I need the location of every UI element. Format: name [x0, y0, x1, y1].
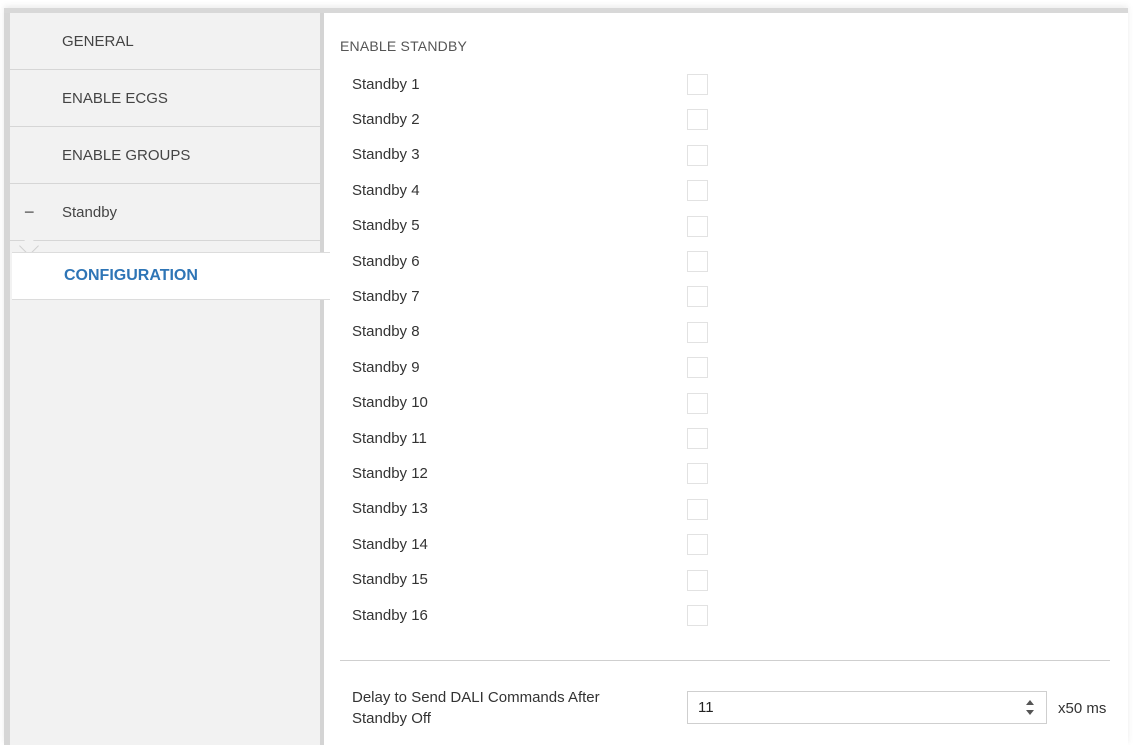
standby-row: Standby 5 [352, 211, 732, 241]
divider [340, 660, 1110, 661]
standby-checkbox[interactable] [687, 286, 708, 308]
standby-label: Standby 8 [352, 323, 420, 341]
standby-checkbox[interactable] [687, 180, 708, 202]
standby-label: Standby 11 [352, 429, 427, 447]
standby-checkbox[interactable] [687, 534, 708, 556]
standby-label: Standby 4 [352, 181, 420, 199]
sidebar-item-label: CONFIGURATION [64, 267, 198, 284]
standby-label: Standby 13 [352, 500, 428, 518]
standby-label: Standby 16 [352, 606, 428, 624]
standby-checkbox[interactable] [687, 498, 708, 520]
sidebar-item-label: GENERAL [62, 32, 134, 50]
standby-row: Standby 9 [352, 352, 732, 382]
standby-row: Standby 4 [352, 175, 732, 205]
sidebar-item-label: ENABLE GROUPS [62, 146, 191, 164]
main-panel: ENABLE STANDBY Standby 1 Standby 2 Standby… [328, 13, 1128, 745]
standby-row: Standby 16 [352, 600, 732, 630]
standby-checkbox[interactable] [687, 569, 708, 591]
standby-row: Standby 13 [352, 494, 732, 524]
standby-checkbox[interactable] [687, 251, 708, 272]
standby-checkbox[interactable] [687, 463, 708, 485]
sidebar-item-standby[interactable]: − Standby [10, 184, 320, 241]
standby-row: Standby 11 [352, 423, 732, 453]
delay-unit: x50 ms [1058, 700, 1107, 717]
parameters-window: GENERAL ENABLE ECGS ENABLE GROUPS − Stan… [4, 8, 1128, 745]
sidebar-item-general[interactable]: GENERAL [10, 13, 320, 70]
standby-label: Standby 9 [352, 358, 420, 376]
standby-label: Standby 15 [352, 571, 428, 589]
delay-spinbox[interactable] [687, 691, 1047, 724]
standby-checkbox[interactable] [687, 605, 708, 626]
standby-row: Standby 10 [352, 388, 732, 418]
standby-checkbox[interactable] [687, 357, 708, 379]
standby-row: Standby 12 [352, 458, 732, 488]
standby-label: Standby 7 [352, 287, 420, 305]
standby-label: Standby 6 [352, 252, 420, 270]
standby-label: Standby 14 [352, 535, 428, 553]
spin-down-icon[interactable] [1026, 710, 1034, 715]
standby-checkbox[interactable] [687, 144, 708, 166]
standby-row: Standby 15 [352, 565, 732, 595]
standby-row: Standby 14 [352, 529, 732, 559]
sidebar-item-label: ENABLE ECGS [62, 89, 168, 107]
sidebar-item-configuration[interactable]: CONFIGURATION [12, 252, 330, 300]
section-title: ENABLE STANDBY [340, 38, 468, 54]
delay-label: Delay to Send DALI Commands After Standb… [352, 689, 600, 727]
standby-checkbox[interactable] [687, 321, 708, 343]
spin-arrows [1026, 698, 1036, 718]
standby-row: Standby 2 [352, 104, 732, 134]
standby-row: Standby 8 [352, 317, 732, 347]
delay-input[interactable] [688, 699, 988, 716]
standby-label: Standby 5 [352, 217, 420, 235]
standby-checkbox[interactable] [687, 392, 708, 414]
standby-row: Standby 1 [352, 69, 732, 99]
standby-row: Standby 3 [352, 140, 732, 170]
sidebar-item-label: Standby [62, 203, 118, 221]
sidebar-item-enable-groups[interactable]: ENABLE GROUPS [10, 127, 320, 184]
collapse-icon[interactable]: − [24, 202, 35, 223]
standby-label: Standby 12 [352, 464, 428, 482]
standby-checkbox[interactable] [687, 428, 708, 449]
standby-label: Standby 3 [352, 146, 420, 164]
standby-row: Standby 6 [352, 246, 732, 276]
standby-row: Standby 7 [352, 281, 732, 311]
sidebar: GENERAL ENABLE ECGS ENABLE GROUPS − Stan… [4, 13, 330, 745]
standby-label: Standby 10 [352, 394, 428, 412]
standby-label: Standby 2 [352, 110, 420, 128]
standby-checkbox[interactable] [687, 215, 708, 237]
standby-label: Standby 1 [352, 75, 420, 93]
standby-checkbox[interactable] [687, 109, 708, 131]
sidebar-item-enable-ecgs[interactable]: ENABLE ECGS [10, 70, 320, 127]
spin-up-icon[interactable] [1026, 700, 1034, 705]
standby-checkbox[interactable] [687, 74, 708, 95]
